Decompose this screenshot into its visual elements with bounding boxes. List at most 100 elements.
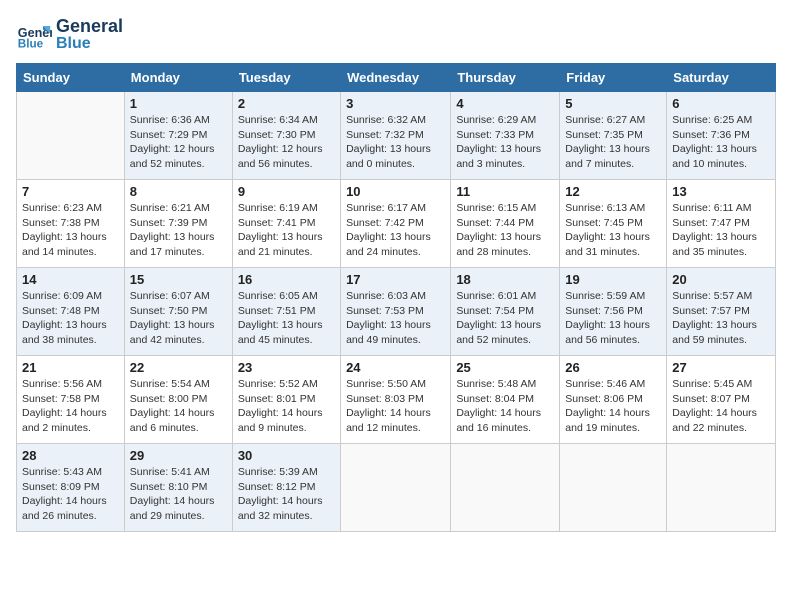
calendar-cell: 19 Sunrise: 5:59 AM Sunset: 7:56 PM Dayli…	[560, 268, 667, 356]
day-number: 13	[672, 184, 770, 199]
day-info: Sunrise: 6:05 AM Sunset: 7:51 PM Dayligh…	[238, 289, 335, 348]
calendar-cell: 17 Sunrise: 6:03 AM Sunset: 7:53 PM Dayli…	[341, 268, 451, 356]
calendar-cell: 25 Sunrise: 5:48 AM Sunset: 8:04 PM Dayli…	[451, 356, 560, 444]
calendar-cell: 7 Sunrise: 6:23 AM Sunset: 7:38 PM Daylig…	[17, 180, 125, 268]
day-number: 4	[456, 96, 554, 111]
day-info: Sunrise: 5:45 AM Sunset: 8:07 PM Dayligh…	[672, 377, 770, 436]
calendar-cell	[667, 444, 776, 532]
calendar-cell	[17, 92, 125, 180]
calendar-cell: 20 Sunrise: 5:57 AM Sunset: 7:57 PM Dayli…	[667, 268, 776, 356]
calendar-cell	[341, 444, 451, 532]
day-info: Sunrise: 6:34 AM Sunset: 7:30 PM Dayligh…	[238, 113, 335, 172]
day-info: Sunrise: 5:50 AM Sunset: 8:03 PM Dayligh…	[346, 377, 445, 436]
day-number: 6	[672, 96, 770, 111]
week-row-4: 21 Sunrise: 5:56 AM Sunset: 7:58 PM Dayli…	[17, 356, 776, 444]
weekday-header-monday: Monday	[124, 64, 232, 92]
day-number: 9	[238, 184, 335, 199]
day-info: Sunrise: 5:46 AM Sunset: 8:06 PM Dayligh…	[565, 377, 661, 436]
day-info: Sunrise: 6:13 AM Sunset: 7:45 PM Dayligh…	[565, 201, 661, 260]
day-info: Sunrise: 6:03 AM Sunset: 7:53 PM Dayligh…	[346, 289, 445, 348]
logo: General Blue General Blue	[16, 16, 123, 53]
day-number: 22	[130, 360, 227, 375]
day-info: Sunrise: 6:21 AM Sunset: 7:39 PM Dayligh…	[130, 201, 227, 260]
day-number: 19	[565, 272, 661, 287]
calendar-cell: 24 Sunrise: 5:50 AM Sunset: 8:03 PM Dayli…	[341, 356, 451, 444]
day-number: 7	[22, 184, 119, 199]
day-number: 27	[672, 360, 770, 375]
weekday-header-friday: Friday	[560, 64, 667, 92]
weekday-header-sunday: Sunday	[17, 64, 125, 92]
day-info: Sunrise: 6:01 AM Sunset: 7:54 PM Dayligh…	[456, 289, 554, 348]
day-number: 21	[22, 360, 119, 375]
week-row-3: 14Sunrise: 6:09 AM Sunset: 7:48 PM Dayli…	[17, 268, 776, 356]
day-info: Sunrise: 5:54 AM Sunset: 8:00 PM Dayligh…	[130, 377, 227, 436]
weekday-header-wednesday: Wednesday	[341, 64, 451, 92]
logo-line2: Blue	[56, 35, 123, 53]
calendar-cell: 4 Sunrise: 6:29 AM Sunset: 7:33 PM Daylig…	[451, 92, 560, 180]
calendar-cell: 8 Sunrise: 6:21 AM Sunset: 7:39 PM Daylig…	[124, 180, 232, 268]
day-info: Sunrise: 6:23 AM Sunset: 7:38 PM Dayligh…	[22, 201, 119, 260]
day-number: 24	[346, 360, 445, 375]
calendar-cell: 13 Sunrise: 6:11 AM Sunset: 7:47 PM Dayli…	[667, 180, 776, 268]
calendar-cell: 29Sunrise: 5:41 AM Sunset: 8:10 PM Dayli…	[124, 444, 232, 532]
calendar-cell: 11Sunrise: 6:15 AM Sunset: 7:44 PM Dayli…	[451, 180, 560, 268]
day-number: 28	[22, 448, 119, 463]
calendar-cell: 21 Sunrise: 5:56 AM Sunset: 7:58 PM Dayli…	[17, 356, 125, 444]
calendar-cell: 1 Sunrise: 6:36 AM Sunset: 7:29 PM Daylig…	[124, 92, 232, 180]
day-number: 20	[672, 272, 770, 287]
day-number: 16	[238, 272, 335, 287]
day-info: Sunrise: 5:56 AM Sunset: 7:58 PM Dayligh…	[22, 377, 119, 436]
day-info: Sunrise: 6:27 AM Sunset: 7:35 PM Dayligh…	[565, 113, 661, 172]
weekday-header-thursday: Thursday	[451, 64, 560, 92]
week-row-2: 7 Sunrise: 6:23 AM Sunset: 7:38 PM Daylig…	[17, 180, 776, 268]
calendar-cell: 12Sunrise: 6:13 AM Sunset: 7:45 PM Dayli…	[560, 180, 667, 268]
svg-text:Blue: Blue	[18, 37, 44, 50]
day-info: Sunrise: 5:48 AM Sunset: 8:04 PM Dayligh…	[456, 377, 554, 436]
day-number: 15	[130, 272, 227, 287]
calendar-cell: 22 Sunrise: 5:54 AM Sunset: 8:00 PM Dayli…	[124, 356, 232, 444]
calendar-cell: 27 Sunrise: 5:45 AM Sunset: 8:07 PM Dayli…	[667, 356, 776, 444]
week-row-5: 28 Sunrise: 5:43 AM Sunset: 8:09 PM Dayli…	[17, 444, 776, 532]
day-number: 8	[130, 184, 227, 199]
calendar-cell	[560, 444, 667, 532]
calendar-cell: 9Sunrise: 6:19 AM Sunset: 7:41 PM Daylig…	[232, 180, 340, 268]
day-info: Sunrise: 6:32 AM Sunset: 7:32 PM Dayligh…	[346, 113, 445, 172]
calendar-cell: 6 Sunrise: 6:25 AM Sunset: 7:36 PM Daylig…	[667, 92, 776, 180]
day-info: Sunrise: 6:25 AM Sunset: 7:36 PM Dayligh…	[672, 113, 770, 172]
day-number: 2	[238, 96, 335, 111]
calendar-cell: 16 Sunrise: 6:05 AM Sunset: 7:51 PM Dayli…	[232, 268, 340, 356]
calendar-cell: 3 Sunrise: 6:32 AM Sunset: 7:32 PM Daylig…	[341, 92, 451, 180]
day-number: 10	[346, 184, 445, 199]
day-info: Sunrise: 5:41 AM Sunset: 8:10 PM Dayligh…	[130, 465, 227, 524]
day-number: 3	[346, 96, 445, 111]
week-row-1: 1 Sunrise: 6:36 AM Sunset: 7:29 PM Daylig…	[17, 92, 776, 180]
day-number: 11	[456, 184, 554, 199]
day-info: Sunrise: 5:52 AM Sunset: 8:01 PM Dayligh…	[238, 377, 335, 436]
weekday-header-tuesday: Tuesday	[232, 64, 340, 92]
day-number: 25	[456, 360, 554, 375]
calendar-cell	[451, 444, 560, 532]
day-number: 23	[238, 360, 335, 375]
calendar-cell: 2 Sunrise: 6:34 AM Sunset: 7:30 PM Daylig…	[232, 92, 340, 180]
calendar-cell: 10Sunrise: 6:17 AM Sunset: 7:42 PM Dayli…	[341, 180, 451, 268]
calendar-table: SundayMondayTuesdayWednesdayThursdayFrid…	[16, 63, 776, 532]
day-info: Sunrise: 5:43 AM Sunset: 8:09 PM Dayligh…	[22, 465, 119, 524]
day-info: Sunrise: 6:29 AM Sunset: 7:33 PM Dayligh…	[456, 113, 554, 172]
day-number: 1	[130, 96, 227, 111]
weekday-header-row: SundayMondayTuesdayWednesdayThursdayFrid…	[17, 64, 776, 92]
calendar-cell: 30Sunrise: 5:39 AM Sunset: 8:12 PM Dayli…	[232, 444, 340, 532]
page-header: General Blue General Blue	[16, 16, 776, 53]
day-info: Sunrise: 6:11 AM Sunset: 7:47 PM Dayligh…	[672, 201, 770, 260]
day-number: 30	[238, 448, 335, 463]
day-number: 26	[565, 360, 661, 375]
calendar-cell: 26 Sunrise: 5:46 AM Sunset: 8:06 PM Dayli…	[560, 356, 667, 444]
calendar-cell: 5Sunrise: 6:27 AM Sunset: 7:35 PM Daylig…	[560, 92, 667, 180]
day-info: Sunrise: 5:59 AM Sunset: 7:56 PM Dayligh…	[565, 289, 661, 348]
calendar-cell: 23 Sunrise: 5:52 AM Sunset: 8:01 PM Dayli…	[232, 356, 340, 444]
calendar-cell: 14Sunrise: 6:09 AM Sunset: 7:48 PM Dayli…	[17, 268, 125, 356]
day-number: 18	[456, 272, 554, 287]
day-info: Sunrise: 6:36 AM Sunset: 7:29 PM Dayligh…	[130, 113, 227, 172]
day-info: Sunrise: 5:57 AM Sunset: 7:57 PM Dayligh…	[672, 289, 770, 348]
day-number: 17	[346, 272, 445, 287]
calendar-cell: 15Sunrise: 6:07 AM Sunset: 7:50 PM Dayli…	[124, 268, 232, 356]
